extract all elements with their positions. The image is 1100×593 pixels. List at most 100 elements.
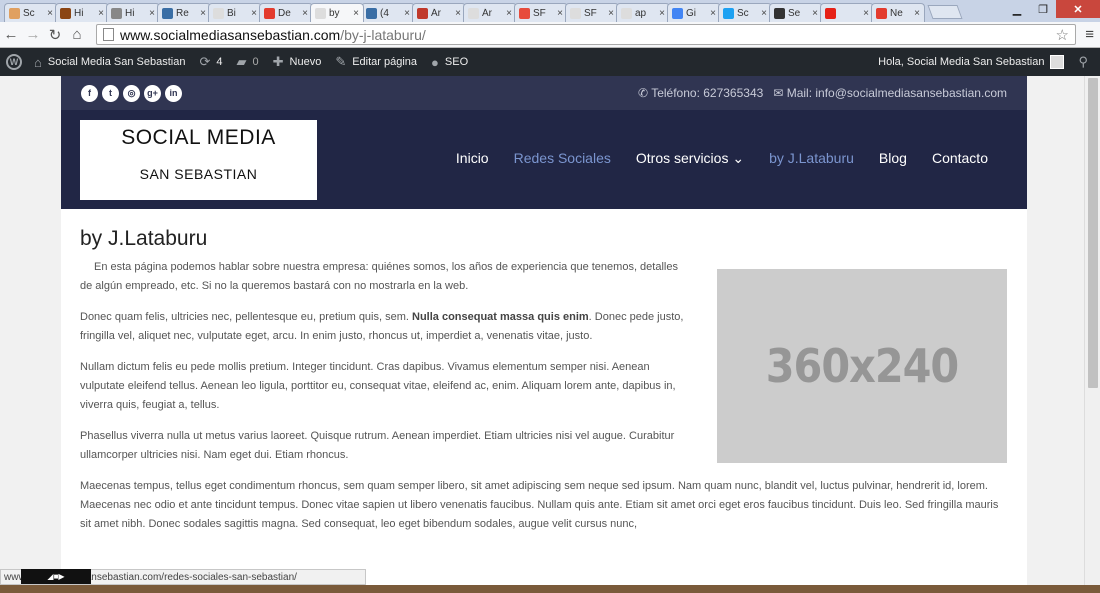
admin-new[interactable]: ✚ Nuevo [273, 54, 322, 70]
scrollbar[interactable] [1084, 76, 1100, 593]
updates-icon: ⟳ [199, 54, 211, 69]
minimize-icon[interactable]: ▁ [1004, 0, 1030, 18]
mail-icon: ✉ [773, 86, 787, 100]
browser-tab[interactable]: SF × [514, 3, 568, 22]
tab-favicon-icon [774, 7, 785, 19]
tab-favicon-icon [876, 7, 887, 19]
tab-close-icon[interactable]: × [506, 8, 512, 19]
address-bar[interactable]: www.socialmediasansebastian.com/by-j-lat… [96, 24, 1076, 45]
tab-close-icon[interactable]: × [98, 8, 104, 19]
page-content: by J.Lataburu 360x240 En esta página pod… [61, 209, 1027, 534]
tab-close-icon[interactable]: × [659, 8, 665, 19]
tab-close-icon[interactable]: × [812, 8, 818, 19]
browser-tab[interactable]: by × [310, 3, 364, 22]
close-window-icon[interactable]: ✕ [1056, 0, 1100, 18]
reload-icon[interactable]: ↻ [44, 26, 66, 44]
browser-tab[interactable]: Hi × [55, 3, 109, 22]
facebook-icon[interactable]: f [81, 84, 98, 102]
admin-edit-page[interactable]: ✎ Editar página [335, 54, 417, 70]
logo-line-1: SOCIAL MEDIA [121, 126, 276, 149]
page-viewport: f t ◎ g+ in ✆ Teléfono: 627365343 ✉ Mail… [0, 76, 1100, 593]
nav-item[interactable]: Redes Sociales [514, 150, 611, 167]
browser-tab[interactable]: Hi × [106, 3, 160, 22]
admin-site-name[interactable]: ⌂ Social Media San Sebastian [34, 55, 185, 70]
home-icon[interactable]: ⌂ [66, 26, 88, 43]
tab-close-icon[interactable]: × [710, 8, 716, 19]
tab-close-icon[interactable]: × [914, 8, 920, 19]
nav-item[interactable]: by J.Lataburu [769, 150, 854, 167]
nav-item[interactable]: Blog [879, 150, 907, 167]
tab-title: Sc [23, 7, 35, 19]
tab-close-icon[interactable]: × [353, 8, 359, 19]
paragraph-1: En esta página podemos hablar sobre nues… [80, 261, 678, 292]
scrollbar-thumb[interactable] [1088, 78, 1098, 388]
tab-favicon-icon [264, 7, 275, 19]
dashboard-icon: ⌂ [34, 54, 42, 70]
tab-close-icon[interactable]: × [302, 8, 308, 19]
tab-close-icon[interactable]: × [404, 8, 410, 19]
tab-title: Hi [125, 7, 135, 19]
back-icon[interactable]: ← [0, 26, 22, 43]
browser-tab[interactable]: De × [259, 3, 313, 22]
google-plus-icon[interactable]: g+ [144, 84, 161, 102]
tab-close-icon[interactable]: × [251, 8, 257, 19]
browser-tab[interactable]: SF × [565, 3, 619, 22]
page-icon [103, 28, 114, 41]
browser-tab[interactable]: (4 × [361, 3, 415, 22]
browser-tab[interactable]: Sc × [718, 3, 772, 22]
tab-title: Ár [431, 7, 441, 19]
tab-favicon-icon [468, 7, 479, 19]
browser-tab[interactable]: Ár × [463, 3, 517, 22]
tab-close-icon[interactable]: × [608, 8, 614, 19]
new-tab-button[interactable] [927, 5, 963, 19]
search-icon[interactable]: ⚲ [1078, 54, 1088, 70]
admin-comments[interactable]: ▰ 0 [236, 54, 258, 70]
browser-tab[interactable]: Re × [157, 3, 211, 22]
browser-tab[interactable]: Ne × [871, 3, 925, 22]
nav-item[interactable]: Otros servicios ⌄ [636, 150, 744, 167]
menu-icon[interactable]: ≡ [1085, 26, 1094, 43]
admin-updates[interactable]: ⟳ 4 [199, 54, 222, 70]
browser-tab[interactable]: × [820, 3, 874, 22]
browser-tab[interactable]: Gi × [667, 3, 721, 22]
placeholder-image: 360x240 [717, 269, 1007, 463]
wordpress-logo-icon[interactable]: W [6, 54, 22, 70]
seo-dot-icon: ● [431, 54, 439, 70]
tab-title: SF [584, 7, 597, 19]
forward-icon[interactable]: → [22, 26, 44, 43]
tab-strip: Sc × Hi × Hi × Re × Bi × De × by × (4 × Ár × Ár × SF × SF × ap × G… [0, 0, 1100, 22]
tab-close-icon[interactable]: × [455, 8, 461, 19]
url-host: www.socialmediasansebastian.com [120, 26, 341, 43]
tab-close-icon[interactable]: × [761, 8, 767, 19]
instagram-icon[interactable]: ◎ [123, 84, 140, 102]
nav-item[interactable]: Contacto [932, 150, 988, 167]
browser-tab[interactable]: Sc × [4, 3, 58, 22]
video-overlay: ◢■▶ [21, 569, 91, 584]
tab-close-icon[interactable]: × [200, 8, 206, 19]
content-narrow-column: En esta página podemos hablar sobre nues… [80, 258, 692, 465]
tab-close-icon[interactable]: × [47, 8, 53, 19]
tab-favicon-icon [213, 7, 224, 19]
tab-title: Hi [74, 7, 84, 19]
maximize-icon[interactable]: ❐ [1030, 0, 1056, 18]
twitter-icon[interactable]: t [102, 84, 119, 102]
avatar[interactable] [1050, 55, 1065, 69]
tab-close-icon[interactable]: × [149, 8, 155, 19]
admin-seo[interactable]: ● SEO [431, 55, 468, 70]
browser-toolbar: ← → ↻ ⌂ www.socialmediasansebastian.com /… [0, 22, 1100, 48]
tab-title: Gi [686, 7, 696, 19]
tab-favicon-icon [60, 7, 71, 19]
linkedin-icon[interactable]: in [165, 84, 182, 102]
pencil-icon: ✎ [335, 54, 347, 69]
bookmark-star-icon[interactable]: ☆ [1056, 26, 1069, 44]
browser-tab[interactable]: Bi × [208, 3, 262, 22]
tab-close-icon[interactable]: × [863, 8, 869, 19]
tab-close-icon[interactable]: × [557, 8, 563, 19]
paragraph-4: Phasellus viverra nulla ut metus varius … [80, 430, 675, 461]
browser-tab[interactable]: ap × [616, 3, 670, 22]
site-logo[interactable]: SOCIAL MEDIA SAN SEBASTIAN [80, 120, 317, 200]
browser-tab[interactable]: Se × [769, 3, 823, 22]
admin-greeting[interactable]: Hola, Social Media San Sebastian [878, 56, 1044, 68]
nav-item[interactable]: Inicio [456, 150, 489, 167]
browser-tab[interactable]: Ár × [412, 3, 466, 22]
